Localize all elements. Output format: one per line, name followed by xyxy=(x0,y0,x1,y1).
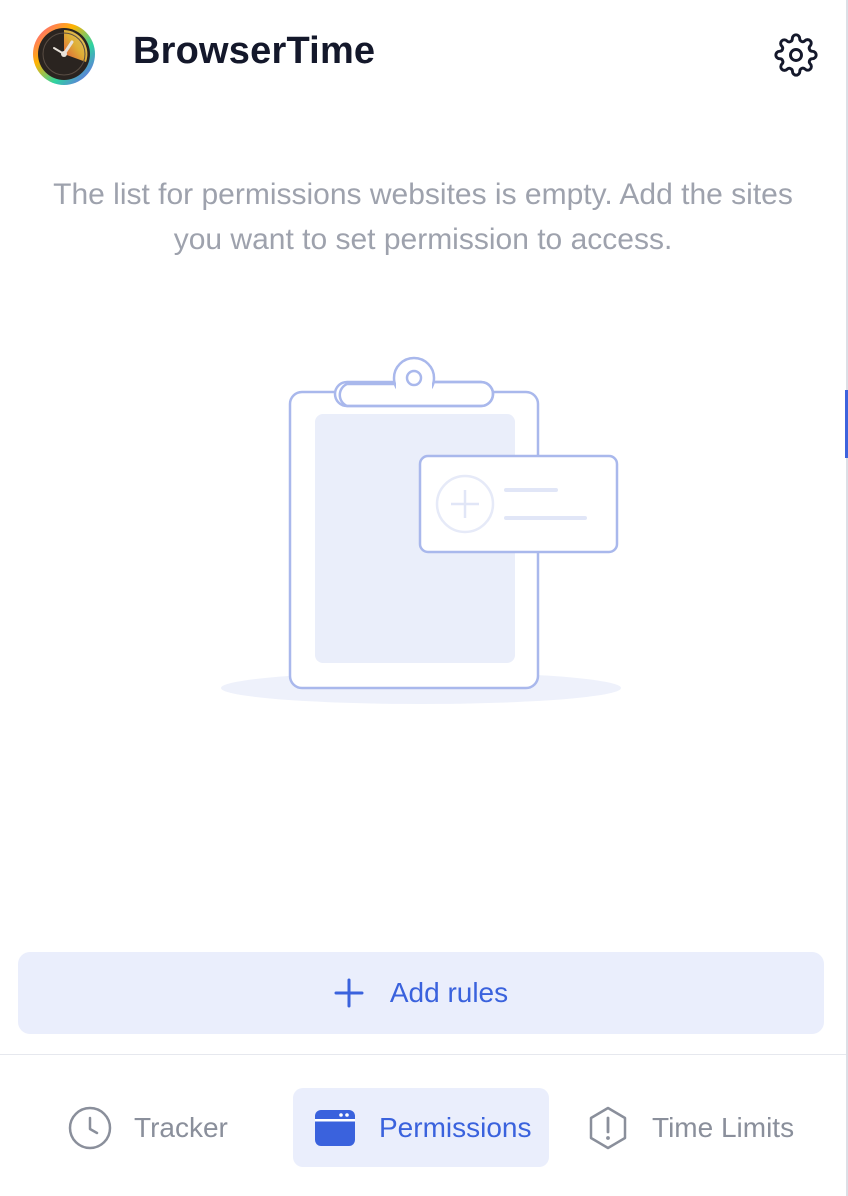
divider xyxy=(0,1054,846,1055)
browser-window-icon xyxy=(315,1109,355,1146)
nav-item-permissions[interactable]: Permissions xyxy=(293,1088,549,1167)
nav-label-time-limits: Time Limits xyxy=(652,1111,795,1143)
nav-item-time-limits[interactable]: Time Limits xyxy=(586,1088,816,1167)
clipboard-add-icon xyxy=(210,350,630,720)
clock-icon xyxy=(68,1106,112,1149)
gear-icon xyxy=(774,33,818,77)
alert-octagon-icon xyxy=(589,1106,627,1149)
app-title: BrowserTime xyxy=(133,30,376,72)
header: BrowserTime xyxy=(0,0,846,106)
add-rules-button[interactable]: Add rules xyxy=(18,952,824,1034)
plus-icon xyxy=(334,978,364,1008)
browsertime-popup: BrowserTime The list for permissions web… xyxy=(0,0,848,1196)
add-rules-label: Add rules xyxy=(389,977,509,1008)
browsertime-logo-icon xyxy=(32,22,96,86)
nav-item-tracker[interactable]: Tracker xyxy=(68,1088,258,1167)
nav-label-tracker: Tracker xyxy=(134,1111,228,1143)
nav-label-permissions: Permissions xyxy=(379,1111,532,1143)
empty-state-message: The list for permissions websites is emp… xyxy=(53,178,793,256)
settings-button[interactable] xyxy=(774,33,818,77)
